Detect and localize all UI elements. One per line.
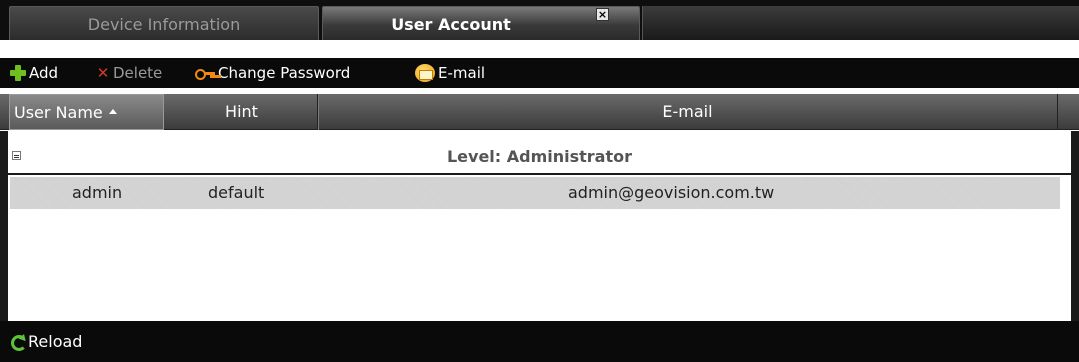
- close-icon[interactable]: ×: [596, 8, 609, 21]
- plus-icon: [10, 65, 26, 81]
- mail-icon: [415, 64, 435, 82]
- change-password-button[interactable]: Change Password: [195, 63, 350, 83]
- delete-button[interactable]: ✕ Delete: [96, 63, 163, 83]
- cell-hint: default: [208, 183, 265, 202]
- email-button[interactable]: E-mail: [415, 63, 485, 83]
- group-row-administrator[interactable]: Level: Administrator: [8, 131, 1071, 175]
- reload-button[interactable]: Reload: [10, 332, 82, 351]
- sort-ascending-icon: [108, 109, 117, 114]
- email-label: E-mail: [438, 64, 486, 82]
- reload-label: Reload: [28, 332, 83, 351]
- reload-icon: [10, 334, 27, 351]
- cell-user-name: admin: [72, 183, 123, 202]
- add-button[interactable]: Add: [10, 63, 58, 83]
- column-header-hint[interactable]: Hint: [166, 94, 318, 130]
- column-label: User Name: [14, 103, 103, 122]
- column-header-email[interactable]: E-mail: [318, 94, 1058, 130]
- add-label: Add: [29, 64, 59, 82]
- toolbar: Add ✕ Delete Change Password E-mail: [0, 58, 1079, 88]
- tab-label: User Account: [391, 15, 511, 34]
- x-icon: ✕: [96, 64, 110, 82]
- column-header-user-name[interactable]: User Name: [9, 94, 164, 130]
- delete-label: Delete: [113, 64, 163, 82]
- footer-bar: Reload: [0, 321, 1079, 362]
- key-icon: [195, 68, 215, 80]
- column-label: Hint: [225, 102, 258, 121]
- change-password-label: Change Password: [218, 64, 351, 82]
- tab-label: Device Information: [87, 15, 241, 34]
- column-header: User Name Hint E-mail: [0, 94, 1079, 130]
- user-grid: Level: Administrator admin default admin…: [0, 131, 1079, 321]
- tab-strip-filler: [642, 6, 1079, 40]
- tab-user-account[interactable]: User Account ×: [322, 6, 640, 40]
- tab-strip: Device Information User Account ×: [0, 0, 1079, 40]
- tab-device-information[interactable]: Device Information: [9, 6, 319, 40]
- group-label: Level: Administrator: [446, 147, 633, 166]
- cell-email: admin@geovision.com.tw: [568, 183, 775, 202]
- column-label: E-mail: [662, 102, 713, 121]
- user-account-window: Device Information User Account × Add ✕ …: [0, 0, 1079, 362]
- table-row[interactable]: admin default admin@geovision.com.tw: [10, 177, 1060, 209]
